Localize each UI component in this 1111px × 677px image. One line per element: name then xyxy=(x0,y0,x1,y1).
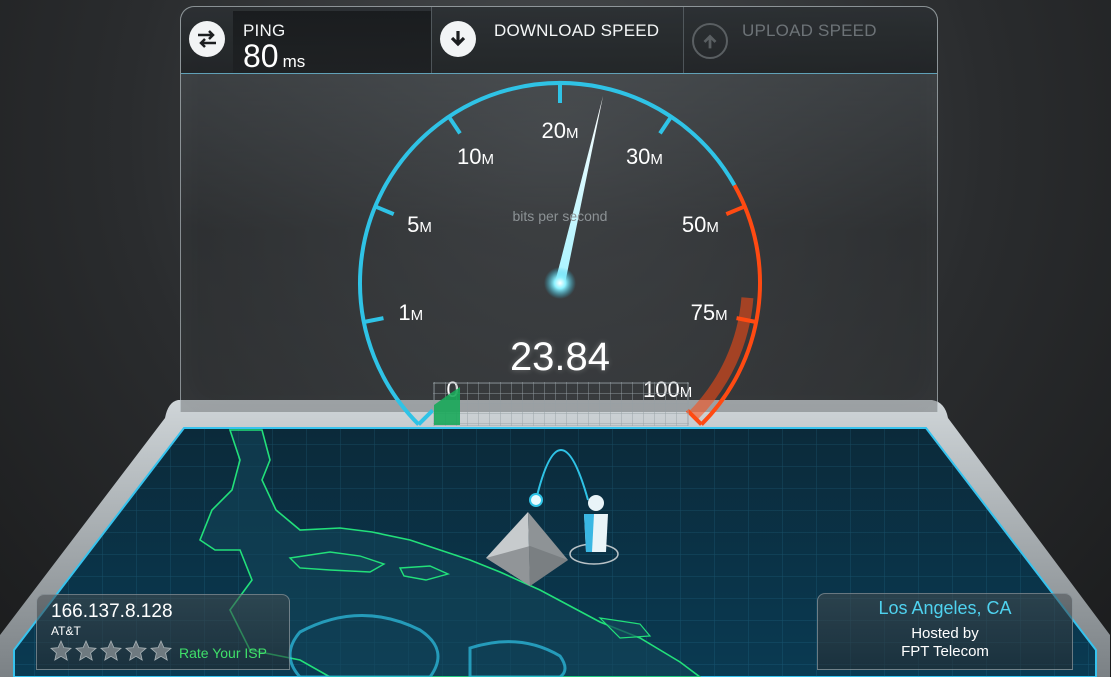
rating-star-icon[interactable] xyxy=(74,639,98,663)
gauge-tick-label: 1M xyxy=(398,299,424,325)
gauge-tick-label: 30M xyxy=(625,143,663,169)
ping-value: 80 ms xyxy=(243,39,305,79)
ping-number: 80 xyxy=(243,38,279,74)
download-metric: DOWNLOAD SPEED xyxy=(431,7,684,73)
upload-arrow-icon xyxy=(692,23,728,59)
swap-arrows-icon xyxy=(189,21,225,57)
current-speed-value: 23.84 xyxy=(509,335,611,379)
ping-unit: ms xyxy=(282,52,306,71)
rate-isp-link[interactable]: Rate Your ISP xyxy=(179,645,267,661)
isp-name: AT&T xyxy=(51,624,81,638)
rating-star-icon[interactable] xyxy=(99,639,123,663)
gauge-tick-label: 20M xyxy=(541,118,579,143)
speed-history-sparkline xyxy=(434,387,460,425)
bits-per-second-caption: bits per second xyxy=(512,208,608,224)
client-info-box: 166.137.8.128 AT&T Rate Your ISP xyxy=(36,594,290,670)
isp-rating-stars[interactable] xyxy=(49,639,173,663)
ip-address: 166.137.8.128 xyxy=(51,601,173,622)
server-city[interactable]: Los Angeles, CA xyxy=(818,598,1072,619)
gauge-tick-label: 5M xyxy=(407,211,432,237)
upload-label: UPLOAD SPEED xyxy=(742,21,877,40)
speed-history-graph xyxy=(433,382,689,426)
download-label: DOWNLOAD SPEED xyxy=(494,21,660,40)
metrics-bar: PING 80 ms DOWNLOAD SPEED UPLOAD SPEED xyxy=(181,7,937,74)
gauge-tick-label: 75M xyxy=(690,299,728,325)
rating-star-icon[interactable] xyxy=(49,639,73,663)
upload-metric: UPLOAD SPEED xyxy=(683,7,938,73)
gauge-tick-label: 50M xyxy=(681,211,719,237)
hosted-by-label: Hosted by xyxy=(911,625,979,642)
speedtest-app: PING 80 ms DOWNLOAD SPEED UPLOAD SPEED 1… xyxy=(0,0,1111,677)
download-arrow-icon xyxy=(440,21,476,57)
ping-metric: PING 80 ms xyxy=(181,7,431,73)
rating-star-icon[interactable] xyxy=(149,639,173,663)
rating-star-icon[interactable] xyxy=(124,639,148,663)
server-info-box[interactable]: Los Angeles, CA Hosted by FPT Telecom xyxy=(817,593,1073,670)
server-host: FPT Telecom xyxy=(901,643,989,660)
gauge-tick-label: 10M xyxy=(457,143,495,169)
